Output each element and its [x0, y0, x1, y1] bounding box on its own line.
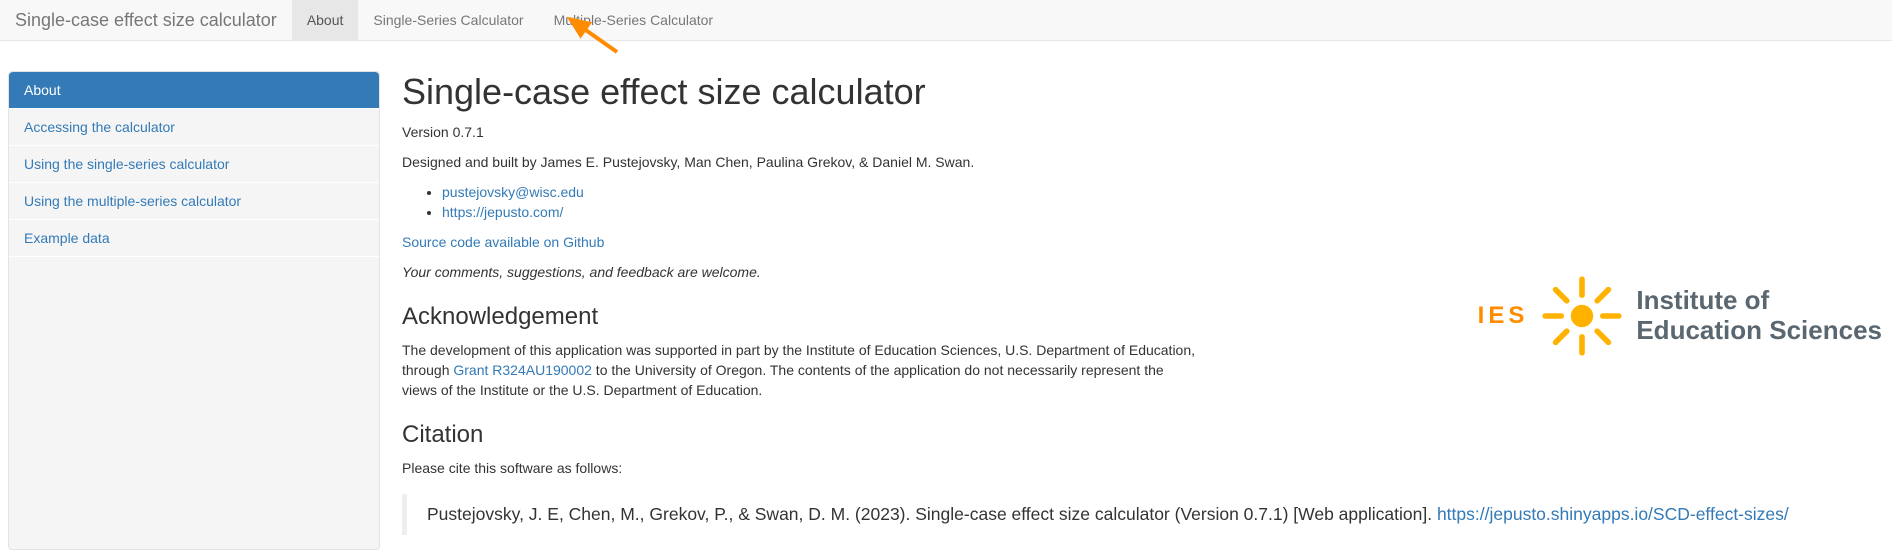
sun-icon: [1542, 276, 1622, 356]
source-code-link[interactable]: Source code available on Github: [402, 234, 604, 250]
sidebar-item-multiple[interactable]: Using the multiple-series calculator: [9, 183, 379, 220]
ies-acronym: IES: [1478, 302, 1529, 330]
sidebar-item-about[interactable]: About: [9, 72, 379, 109]
acknowledgement-body: The development of this application was …: [402, 341, 1202, 401]
sidebar-item-example[interactable]: Example data: [9, 220, 379, 257]
citation-block: Pustejovsky, J. E, Chen, M., Grekov, P.,…: [402, 494, 1872, 535]
sidebar-item-accessing[interactable]: Accessing the calculator: [9, 109, 379, 146]
tab-multiple-series[interactable]: Multiple-Series Calculator: [539, 0, 729, 40]
byline-text: Designed and built by James E. Pustejovs…: [402, 153, 1872, 173]
citation-intro: Please cite this software as follows:: [402, 459, 1872, 479]
tab-single-series[interactable]: Single-Series Calculator: [358, 0, 538, 40]
nav-tabs: About Single-Series Calculator Multiple-…: [292, 0, 728, 40]
contact-site-link[interactable]: https://jepusto.com/: [442, 204, 563, 220]
page-title: Single-case effect size calculator: [402, 71, 1872, 113]
navbar-brand: Single-case effect size calculator: [0, 0, 292, 40]
sidebar-item-single[interactable]: Using the single-series calculator: [9, 146, 379, 183]
contact-email-link[interactable]: pustejovsky@wisc.edu: [442, 184, 584, 200]
container: About Accessing the calculator Using the…: [0, 41, 1892, 550]
navbar: Single-case effect size calculator About…: [0, 0, 1892, 41]
tab-about[interactable]: About: [292, 0, 359, 40]
ies-name-line2: Education Sciences: [1636, 316, 1882, 346]
citation-heading: Citation: [402, 421, 1872, 449]
ies-name: Institute of Education Sciences: [1636, 286, 1882, 346]
grant-link[interactable]: Grant R324AU190002: [453, 362, 592, 378]
citation-text: Pustejovsky, J. E, Chen, M., Grekov, P.,…: [427, 504, 1437, 524]
sidebar: About Accessing the calculator Using the…: [8, 71, 380, 550]
contact-list: pustejovsky@wisc.edu https://jepusto.com…: [402, 183, 1872, 223]
ies-name-line1: Institute of: [1636, 286, 1882, 316]
ies-logo: IES Institute of Education Sciences: [1478, 276, 1882, 356]
citation-url-link[interactable]: https://jepusto.shinyapps.io/SCD-effect-…: [1437, 504, 1789, 524]
version-text: Version 0.7.1: [402, 123, 1872, 143]
main-content: Single-case effect size calculator Versi…: [380, 41, 1892, 550]
